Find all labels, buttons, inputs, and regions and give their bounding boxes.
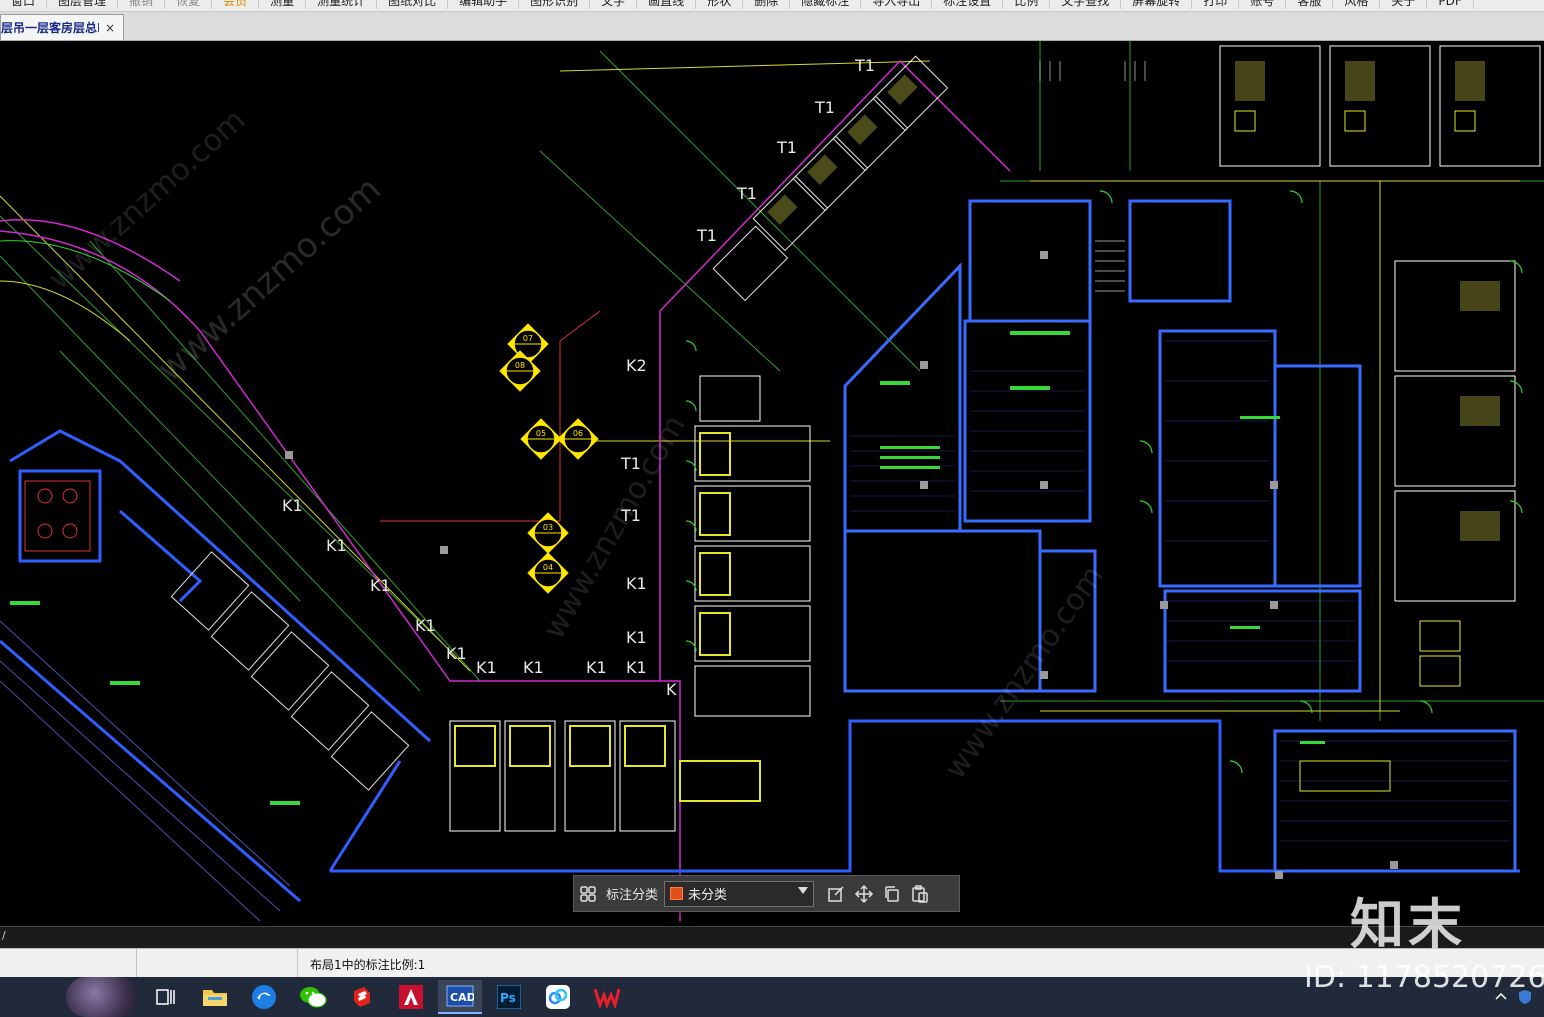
menu-item[interactable]: 导入导出 <box>861 0 933 9</box>
task-view-icon[interactable] <box>144 980 188 1014</box>
callout-number: 05 <box>536 429 546 438</box>
menu-bar: 窗口 图层管理 撤销 恢复 会员 测量 测量统计 图纸对比 编辑助手 图形识别 文字 画直线 形状 删除隐… <box>0 0 1544 12</box>
copy-icon[interactable] <box>878 880 906 908</box>
grid-label: K1 <box>523 658 544 677</box>
menu-item[interactable]: 会员 <box>212 0 260 9</box>
wechat-icon[interactable] <box>291 980 335 1014</box>
grid-label: K1 <box>626 574 647 593</box>
svg-text:Ps: Ps <box>500 991 516 1005</box>
svg-text:www.znzmo.com: www.znzmo.com <box>938 559 1111 785</box>
baidu-netdisk-icon[interactable] <box>536 980 580 1014</box>
section-callout: 05 <box>520 418 562 460</box>
menu-item[interactable]: 画直线 <box>637 0 697 9</box>
category-color-swatch <box>670 887 684 900</box>
menu-item[interactable]: 删除 <box>743 0 791 9</box>
watermark-id: ID: 1178520726 <box>1304 960 1544 995</box>
grid-label: K1 <box>415 616 436 635</box>
chevron-down-icon <box>798 886 809 894</box>
menu-items: 窗口 图层管理 撤销 恢复 会员 测量 测量统计 图纸对比 编辑助手 图形识别 文字 画直线 形状 删除隐… <box>0 0 1474 9</box>
annotation-scale-text: 布局1中的标注比例:1 <box>310 958 426 972</box>
menu-item[interactable]: 文字查找 <box>1050 0 1122 9</box>
menu-item[interactable]: 撤销 <box>118 0 166 9</box>
status-segment <box>0 949 137 978</box>
grid-label: K1 <box>586 658 607 677</box>
menu-item[interactable]: 风格 <box>1333 0 1381 9</box>
callout-number: 04 <box>543 563 553 572</box>
floor-plan-drawing: T1T1T1T1T1T1T1K2K1K1K1K1K1K1 K1 K1 K1K1K1K … <box>0 41 1544 922</box>
grid-label: T1 <box>736 184 757 203</box>
menu-item[interactable]: 窗口 <box>0 0 48 9</box>
close-icon[interactable]: × <box>105 21 115 35</box>
menu-item[interactable]: 编辑助手 <box>448 0 520 9</box>
category-selected-value: 未分类 <box>688 888 728 903</box>
menu-item[interactable]: 图形识别 <box>519 0 591 9</box>
photoshop-icon[interactable]: Ps <box>487 980 531 1014</box>
edit-icon[interactable] <box>822 880 850 908</box>
grid-label: K1 <box>370 576 391 595</box>
callout-number: 06 <box>573 429 583 438</box>
avatar[interactable] <box>66 977 138 1017</box>
grid-icon[interactable] <box>574 880 602 908</box>
grid-label: K1 <box>326 536 347 555</box>
menu-item[interactable]: 形状 <box>696 0 744 9</box>
command-line[interactable]: / <box>0 926 1544 949</box>
category-label: 标注分类 <box>606 888 659 903</box>
grid-label: T1 <box>814 98 835 117</box>
callout-number: 03 <box>543 523 553 532</box>
grid-label: K1 <box>626 658 647 677</box>
watermark-logo: 知末 <box>1350 893 1466 956</box>
grid-label: K1 <box>282 496 303 515</box>
menu-item[interactable]: 隐藏标注 <box>790 0 862 9</box>
menu-item[interactable]: 打印 <box>1192 0 1240 9</box>
category-select[interactable]: 未分类 <box>664 880 815 907</box>
grid-label: T1 <box>854 56 875 75</box>
svg-text:www.znzmo.com: www.znzmo.com <box>42 103 252 297</box>
menu-item[interactable]: 测量统计 <box>306 0 378 9</box>
menu-item[interactable]: 客服 <box>1286 0 1334 9</box>
menu-item[interactable]: 测量 <box>259 0 307 9</box>
menu-item[interactable]: 账号 <box>1239 0 1287 9</box>
section-callout: 06 <box>557 418 599 460</box>
grid-label: K1 <box>446 644 467 663</box>
grid-label: T1 <box>696 226 717 245</box>
wps-icon[interactable] <box>585 980 629 1014</box>
menu-item[interactable]: 屏幕旋转 <box>1121 0 1193 9</box>
paste-icon[interactable] <box>906 880 934 908</box>
command-line-text: / <box>2 929 6 942</box>
file-explorer-icon[interactable] <box>193 980 237 1014</box>
svg-text:CAD: CAD <box>450 991 474 1004</box>
callout-number: 07 <box>523 334 533 343</box>
document-tab[interactable]: 层吊一层客房层总I × <box>0 14 124 40</box>
move-icon[interactable] <box>850 880 878 908</box>
grid-label: K <box>666 680 677 699</box>
menu-item[interactable]: 文字 <box>590 0 638 9</box>
grid-label: K1 <box>476 658 497 677</box>
sketchup-icon[interactable] <box>340 980 384 1014</box>
menu-item[interactable]: 标注设置 <box>932 0 1004 9</box>
menu-item[interactable]: 图层管理 <box>47 0 119 9</box>
browser-icon[interactable] <box>242 980 286 1014</box>
cad-viewer-icon[interactable]: CAD <box>438 980 482 1014</box>
callout-number: 08 <box>515 361 525 370</box>
grid-label: K2 <box>626 356 647 375</box>
annotation-toolbar: 标注分类 未分类 <box>573 875 960 912</box>
section-callout: 03 <box>527 512 569 554</box>
status-segment <box>137 949 298 978</box>
document-tab-title: 层吊一层客房层总I <box>1 21 99 35</box>
menu-item[interactable]: 恢复 <box>165 0 213 9</box>
grid-label: T1 <box>776 138 797 157</box>
autocad-icon[interactable] <box>389 980 433 1014</box>
menu-item[interactable]: 图纸对比 <box>377 0 449 9</box>
drawing-canvas[interactable]: T1 T1 T1 T1 T1 T1 T1 K2 K1 K1 K1 K1 K1 K1 K1 K1 K1 K1 K1 K … <box>0 41 1544 926</box>
menu-item[interactable]: 比例 <box>1003 0 1051 9</box>
grid-label: K1 <box>626 628 647 647</box>
document-tab-bar: 层吊一层客房层总I × <box>0 12 1544 41</box>
menu-item[interactable]: PDF <box>1427 0 1474 9</box>
menu-item[interactable]: 关于 <box>1380 0 1428 9</box>
